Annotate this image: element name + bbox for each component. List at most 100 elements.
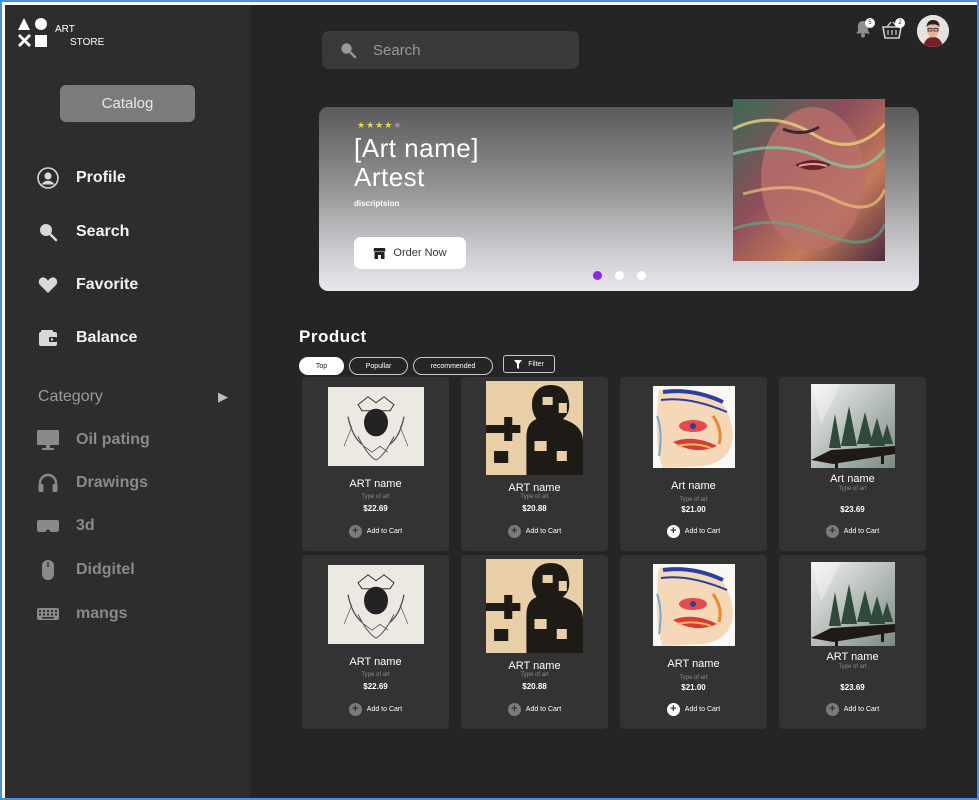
category-item-oil-painting[interactable]: Oil pating bbox=[35, 425, 150, 455]
app-root: ART STORE Catalog Profile Search Favorit… bbox=[5, 5, 977, 798]
category-item-drawings[interactable]: Drawings bbox=[35, 468, 148, 498]
category-item-label: Drawings bbox=[76, 474, 149, 491]
product-type: Type of art bbox=[361, 672, 390, 678]
sidebar-item-profile[interactable]: Profile bbox=[35, 163, 126, 193]
sidebar-item-balance[interactable]: Balance bbox=[35, 323, 137, 353]
sidebar-item-favorite[interactable]: Favorite bbox=[35, 270, 138, 300]
plus-circle-icon: + bbox=[825, 703, 839, 716]
brand-name: ART STORE bbox=[55, 23, 104, 49]
catalog-button[interactable]: Catalog bbox=[60, 85, 195, 122]
sidebar-item-label: Search bbox=[76, 223, 130, 240]
product-image[interactable] bbox=[328, 387, 424, 466]
product-card[interactable]: ART name Type of art $22.69 + Add to Cart bbox=[302, 377, 449, 551]
sidebar-item-label: Profile bbox=[76, 169, 126, 186]
category-toggle[interactable]: Category ▶ bbox=[38, 385, 228, 409]
cart-button[interactable]: 2 bbox=[882, 18, 905, 41]
add-to-cart-label: Add to Cart bbox=[366, 706, 403, 713]
add-to-cart-button[interactable]: + Add to Cart bbox=[779, 525, 926, 538]
heart-icon bbox=[35, 272, 61, 298]
product-card[interactable]: ART name Type of art $21.00 + Add to Cart bbox=[620, 555, 767, 729]
keyboard-icon bbox=[35, 601, 61, 627]
product-card[interactable]: ART name Type of art $23.69 + Add to Cart bbox=[779, 555, 926, 729]
user-avatar[interactable] bbox=[917, 15, 949, 47]
add-to-cart-label: Add to Cart bbox=[684, 528, 721, 535]
notifications-badge: 5 bbox=[865, 18, 875, 28]
plus-circle-icon: + bbox=[666, 525, 680, 538]
add-to-cart-button[interactable]: + Add to Cart bbox=[620, 703, 767, 716]
add-to-cart-button[interactable]: + Add to Cart bbox=[779, 703, 926, 716]
carousel-dot[interactable] bbox=[615, 271, 624, 280]
category-item-label: Oil pating bbox=[76, 431, 150, 448]
add-to-cart-button[interactable]: + Add to Cart bbox=[461, 525, 608, 538]
order-now-label: Order Now bbox=[393, 247, 447, 259]
wallet-icon bbox=[35, 325, 61, 351]
product-card[interactable]: ART name Type of art $22.69 + Add to Cart bbox=[302, 555, 449, 729]
cart-badge: 2 bbox=[895, 18, 905, 28]
brand-line-2: STORE bbox=[70, 37, 105, 48]
add-to-cart-label: Add to Cart bbox=[843, 528, 880, 535]
plus-circle-icon: + bbox=[348, 525, 362, 538]
product-name: ART name bbox=[508, 660, 561, 672]
product-name: ART name bbox=[826, 651, 879, 663]
product-type: Type of art bbox=[520, 672, 549, 678]
avatar-portrait bbox=[917, 15, 949, 47]
add-to-cart-button[interactable]: + Add to Cart bbox=[620, 525, 767, 538]
product-card[interactable]: Art name Type of art $23.69 + Add to Cart bbox=[779, 377, 926, 551]
product-image[interactable] bbox=[328, 565, 424, 644]
search-bar[interactable] bbox=[322, 31, 579, 69]
product-image[interactable] bbox=[653, 386, 735, 468]
product-card[interactable]: ART name Type of art $20.88 + Add to Cart bbox=[461, 555, 608, 729]
product-image[interactable] bbox=[486, 381, 583, 475]
product-image[interactable] bbox=[811, 562, 895, 646]
monitor-icon bbox=[35, 427, 61, 453]
category-item-digital[interactable]: Didgitel bbox=[35, 555, 135, 585]
product-price: $22.69 bbox=[363, 682, 388, 691]
product-name: ART name bbox=[349, 656, 402, 668]
product-card[interactable]: Art name Type of art $21.00 + Add to Cart bbox=[620, 377, 767, 551]
vr-goggles-icon bbox=[35, 513, 61, 539]
search-icon bbox=[35, 219, 61, 245]
search-input[interactable] bbox=[373, 41, 553, 59]
add-to-cart-label: Add to Cart bbox=[525, 528, 562, 535]
brand-logo[interactable]: ART STORE bbox=[17, 17, 137, 49]
carousel-dots bbox=[593, 271, 646, 280]
add-to-cart-label: Add to Cart bbox=[525, 706, 562, 713]
category-item-3d[interactable]: 3d bbox=[35, 511, 95, 541]
products-heading: Product bbox=[299, 327, 367, 346]
filter-button[interactable]: Filter bbox=[503, 355, 555, 373]
product-image[interactable] bbox=[486, 559, 583, 653]
hero-artwork-image bbox=[733, 99, 885, 261]
product-type: Type of art bbox=[838, 486, 867, 492]
headphones-icon bbox=[35, 470, 61, 496]
filter-button-label: Filter bbox=[528, 360, 544, 368]
sidebar-item-search[interactable]: Search bbox=[35, 217, 129, 247]
plus-circle-icon: + bbox=[348, 703, 362, 716]
product-image[interactable] bbox=[653, 564, 735, 646]
notifications-button[interactable]: 5 bbox=[855, 18, 875, 40]
product-name: ART name bbox=[349, 478, 402, 490]
plus-circle-icon: + bbox=[666, 703, 680, 716]
product-image[interactable] bbox=[811, 384, 895, 468]
category-item-manga[interactable]: mangs bbox=[35, 599, 128, 629]
filter-tab-popular[interactable]: Popullar bbox=[349, 357, 408, 375]
add-to-cart-button[interactable]: + Add to Cart bbox=[461, 703, 608, 716]
add-to-cart-label: Add to Cart bbox=[366, 528, 403, 535]
order-now-button[interactable]: Order Now bbox=[354, 237, 466, 269]
carousel-dot[interactable] bbox=[593, 271, 602, 280]
hero-description: discriptsion bbox=[354, 199, 400, 208]
product-type: Type of art bbox=[520, 494, 549, 500]
carousel-dot[interactable] bbox=[637, 271, 646, 280]
header-actions: 5 2 bbox=[855, 15, 975, 51]
add-to-cart-button[interactable]: + Add to Cart bbox=[302, 703, 449, 716]
product-price: $20.88 bbox=[522, 504, 547, 513]
add-to-cart-button[interactable]: + Add to Cart bbox=[302, 525, 449, 538]
product-price: $23.69 bbox=[840, 505, 865, 514]
product-price: $21.00 bbox=[681, 683, 706, 692]
product-type: Type of art bbox=[679, 675, 708, 681]
product-grid: ART name Type of art $22.69 + Add to Cart ART… bbox=[302, 377, 929, 732]
product-card[interactable]: ART name Type of art $20.88 + Add to Cart bbox=[461, 377, 608, 551]
product-price: $20.88 bbox=[522, 682, 547, 691]
mouse-icon bbox=[35, 557, 61, 583]
filter-tab-recommended[interactable]: recommended bbox=[413, 357, 493, 375]
filter-tab-top[interactable]: Top bbox=[299, 357, 344, 375]
